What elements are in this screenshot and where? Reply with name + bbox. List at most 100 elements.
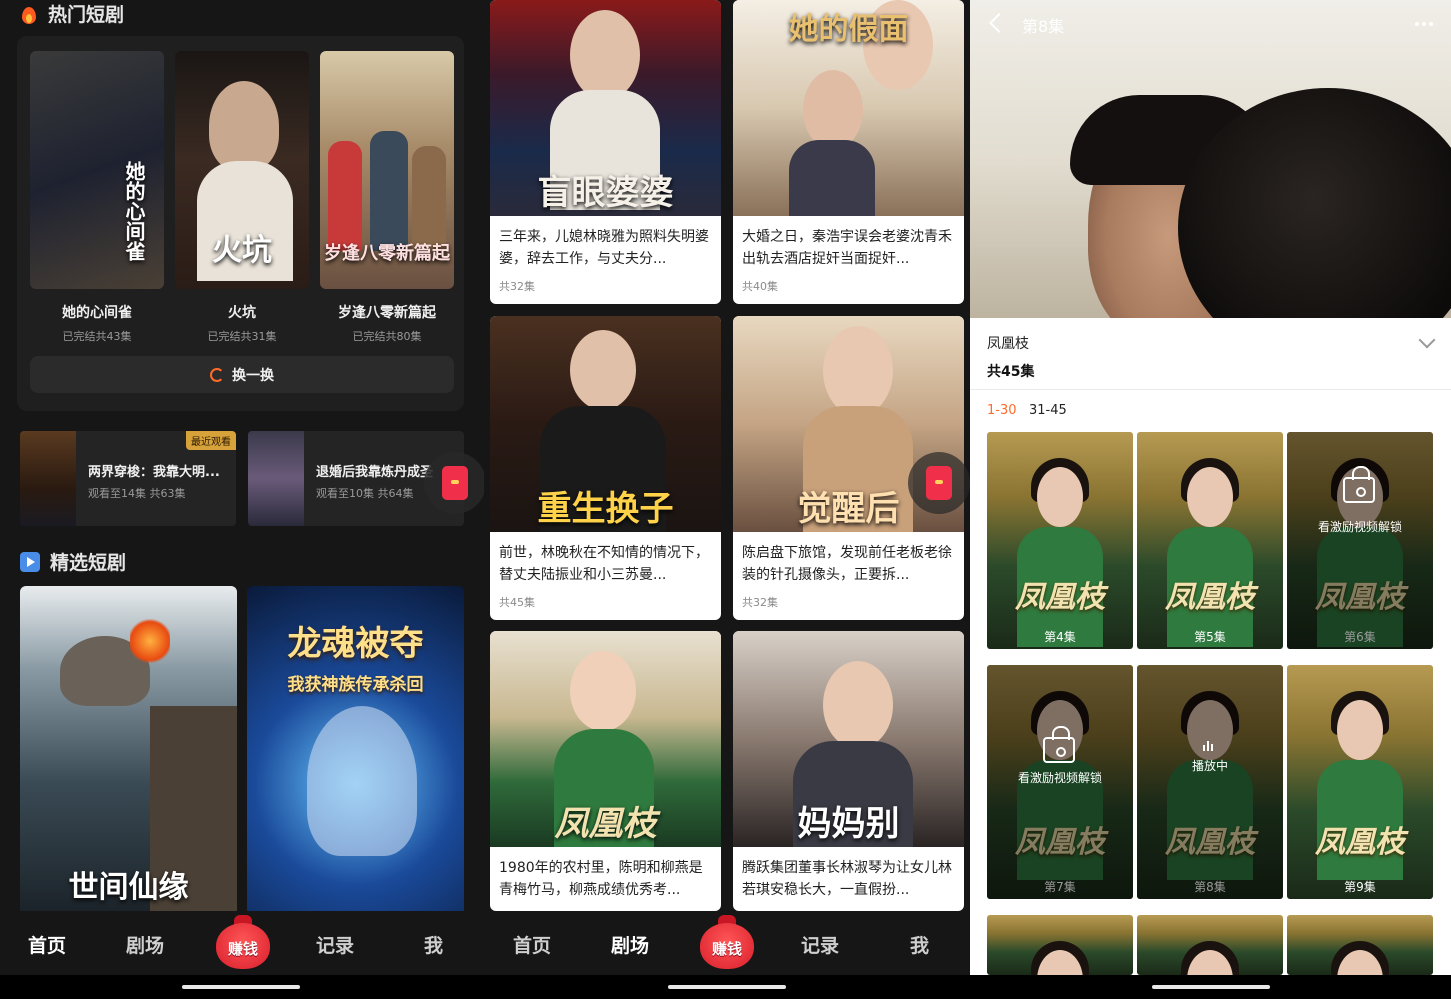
red-envelope-float-button[interactable] xyxy=(908,452,970,514)
thumbnail-image xyxy=(20,431,76,526)
system-home-bar xyxy=(970,975,1451,999)
poster-image: 火坑 xyxy=(175,51,309,289)
system-home-bar xyxy=(484,975,970,999)
hot-drama-item[interactable]: 她的心间雀 她的心间雀 已完结共43集 xyxy=(30,51,164,344)
chevron-down-icon[interactable] xyxy=(1418,331,1436,349)
tile-poster-title: 凤凰枝 xyxy=(1165,580,1255,615)
poster-title: 火坑 xyxy=(212,233,272,268)
poster-subtitle: 我获神族传承杀回 xyxy=(287,675,424,695)
nav-home[interactable]: 首页 xyxy=(28,931,66,958)
drama-card[interactable]: 重生换子 前世，林晚秋在不知情的情况下，替丈夫陆振业和小三苏曼... 共45集 xyxy=(490,316,721,620)
nav-theater[interactable]: 剧场 xyxy=(611,931,649,958)
nav-earn-button[interactable]: 赚钱 xyxy=(216,915,270,971)
home-indicator[interactable] xyxy=(182,985,300,989)
selected-drama-card[interactable]: 龙魂被夺 我获神族传承杀回 xyxy=(247,586,464,916)
poster-image: 妈妈别 xyxy=(733,631,964,847)
episode-tile[interactable]: 凤凰枝 第5集 xyxy=(1137,432,1283,649)
swap-button[interactable]: 换一换 xyxy=(30,356,454,393)
red-envelope-icon xyxy=(926,466,952,500)
nav-me[interactable]: 我 xyxy=(910,931,929,958)
bottom-nav: 首页 剧场 赚钱 记录 我 xyxy=(484,911,970,975)
nav-record[interactable]: 记录 xyxy=(801,931,839,958)
drama-description: 腾跃集团董事长林淑琴为让女儿林若琪安稳长大，一直假扮... xyxy=(742,860,952,898)
episode-label: 第6集 xyxy=(1344,630,1376,644)
drama-description: 1980年的农村里，陈明和柳燕是青梅竹马，柳燕成绩优秀考... xyxy=(499,860,703,898)
poster-title: 妈妈别 xyxy=(797,804,900,844)
episode-label: 第7集 xyxy=(1044,880,1076,894)
home-indicator[interactable] xyxy=(1152,985,1270,989)
bottom-nav: 首页 剧场 赚钱 记录 我 xyxy=(0,911,484,975)
tile-poster-title: 凤凰枝 xyxy=(1315,825,1405,860)
episode-tile[interactable]: 凤凰枝 第4集 xyxy=(987,432,1133,649)
episode-tile[interactable] xyxy=(1287,915,1433,975)
range-tab-31-45[interactable]: 31-45 xyxy=(1029,403,1067,418)
nav-home[interactable]: 首页 xyxy=(513,931,551,958)
selected-drama-card[interactable]: 世间仙缘 xyxy=(20,586,237,916)
poster-title: 世间仙缘 xyxy=(68,870,189,905)
episode-count: 共40集 xyxy=(742,280,778,293)
episode-tile[interactable]: 凤凰枝 第9集 xyxy=(1287,665,1433,899)
episode-tile[interactable] xyxy=(987,915,1133,975)
drama-description: 三年来，儿媳林晓雅为照料失明婆婆，辞去工作，与丈夫分... xyxy=(499,229,709,267)
red-envelope-icon xyxy=(442,466,468,500)
earn-label: 赚钱 xyxy=(227,940,258,958)
thumbnail-image xyxy=(248,431,304,526)
unlock-hint: 看激励视频解锁 xyxy=(1317,520,1402,534)
poster-image: 她的心间雀 xyxy=(30,51,164,289)
unlock-hint: 看激励视频解锁 xyxy=(1017,771,1102,785)
nav-theater[interactable]: 剧场 xyxy=(126,931,164,958)
recent-watch-item[interactable]: 最近观看 两界穿梭：我靠大明... 观看至14集 共63集 xyxy=(20,431,236,526)
home-indicator[interactable] xyxy=(668,985,786,989)
episode-count: 共32集 xyxy=(499,280,535,293)
nav-earn-button[interactable]: 赚钱 xyxy=(700,915,754,971)
back-icon[interactable] xyxy=(989,13,1009,33)
red-envelope-float-button[interactable] xyxy=(424,452,484,514)
episode-count: 共45集 xyxy=(499,596,535,609)
episode-tile-locked[interactable]: 凤凰枝 看激励视频解锁 第7集 xyxy=(987,665,1133,899)
episode-label: 第8集 xyxy=(1194,880,1226,894)
swap-label: 换一换 xyxy=(232,367,274,384)
drama-status: 已完结共43集 xyxy=(62,330,132,343)
selected-section-title: 精选短剧 xyxy=(20,548,126,575)
drama-name: 她的心间雀 xyxy=(62,305,132,321)
drama-card[interactable]: 凤凰枝 1980年的农村里，陈明和柳燕是青梅竹马，柳燕成绩优秀考... xyxy=(490,631,721,911)
nav-record[interactable]: 记录 xyxy=(316,931,354,958)
episode-tile[interactable] xyxy=(1137,915,1283,975)
hot-drama-item[interactable]: 火坑 火坑 已完结共31集 xyxy=(175,51,309,344)
playing-bars-icon xyxy=(1203,741,1213,751)
hot-drama-item[interactable]: 岁逢八零新篇起 岁逢八零新篇起 已完结共80集 xyxy=(320,51,454,344)
nav-me[interactable]: 我 xyxy=(424,931,443,958)
poster-image: 盲眼婆婆 xyxy=(490,0,721,216)
hot-dramas-panel: 她的心间雀 她的心间雀 已完结共43集 火坑 火坑 已完结共31集 岁逢八零新篇… xyxy=(17,36,464,411)
poster-title: 重生换子 xyxy=(537,489,674,529)
episode-label: 第4集 xyxy=(1044,630,1076,644)
episode-count: 共32集 xyxy=(742,596,778,609)
drama-title: 凤凰枝 xyxy=(987,336,1029,352)
selected-title-text: 精选短剧 xyxy=(50,552,127,574)
recent-progress: 观看至14集 共63集 xyxy=(88,487,186,500)
more-icon[interactable] xyxy=(1415,22,1433,26)
refresh-icon xyxy=(210,367,224,382)
poster-image: 凤凰枝 xyxy=(490,631,721,847)
drama-card[interactable]: 她的假面 大婚之日，秦浩宇误会老婆沈青禾出轨去酒店捉奸当面捉奸... 共40集 xyxy=(733,0,964,304)
recent-badge: 最近观看 xyxy=(186,431,236,450)
drama-description: 陈启盘下旅馆，发现前任老板老徐装的针孔摄像头，正要拆... xyxy=(742,545,952,583)
system-home-bar xyxy=(0,975,484,999)
episode-tile-locked[interactable]: 凤凰枝 看激励视频解锁 第6集 xyxy=(1287,432,1433,649)
video-player[interactable]: 第8集 xyxy=(970,0,1451,318)
poster-title: 龙魂被夺 xyxy=(287,624,424,664)
drama-card[interactable]: 妈妈别 腾跃集团董事长林淑琴为让女儿林若琪安稳长大，一直假扮... xyxy=(733,631,964,911)
tile-poster-title: 凤凰枝 xyxy=(1015,580,1105,615)
episode-label: 第9集 xyxy=(1344,880,1376,894)
poster-image: 她的假面 xyxy=(733,0,964,216)
range-tab-1-30[interactable]: 1-30 xyxy=(987,403,1017,418)
drama-name: 火坑 xyxy=(228,305,256,321)
poster-title: 盲眼婆婆 xyxy=(537,173,674,213)
drama-name: 岁逢八零新篇起 xyxy=(338,305,436,321)
poster-image: 岁逢八零新篇起 xyxy=(320,51,454,289)
divider xyxy=(970,389,1451,390)
recent-progress: 观看至10集 共64集 xyxy=(316,487,414,500)
lock-icon xyxy=(1343,466,1375,503)
episode-tile-playing[interactable]: 凤凰枝 播放中 第8集 xyxy=(1137,665,1283,899)
drama-card[interactable]: 盲眼婆婆 三年来，儿媳林晓雅为照料失明婆婆，辞去工作，与丈夫分... 共32集 xyxy=(490,0,721,304)
